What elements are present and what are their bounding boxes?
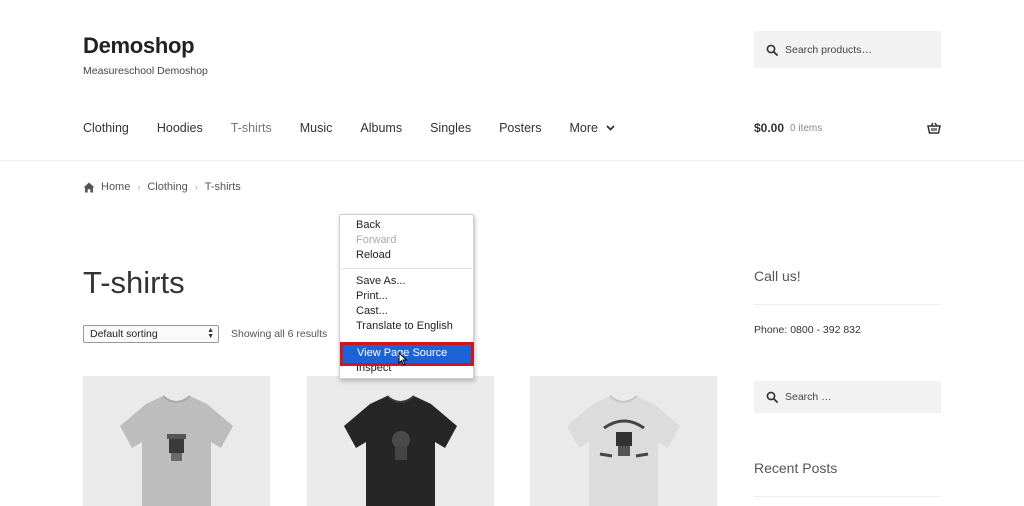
site-description: Measureschool Demoshop <box>83 65 208 77</box>
product-search-field[interactable]: Search products… <box>754 31 941 68</box>
nav-item-tshirts[interactable]: T-shirts <box>231 121 272 135</box>
context-menu-print[interactable]: Print... <box>356 290 388 302</box>
sidebar-search-placeholder: Search … <box>785 391 832 403</box>
breadcrumb-home[interactable]: Home <box>101 181 130 193</box>
cart-count: 0 items <box>790 122 823 134</box>
context-menu-separator <box>341 268 472 269</box>
search-icon <box>766 391 778 403</box>
result-count: Showing all 6 results <box>231 328 328 340</box>
select-arrows-icon: ▲ ▼ <box>207 327 214 340</box>
header-divider <box>0 160 1024 161</box>
primary-navigation: Clothing Hoodies T-shirts Music Albums S… <box>83 121 615 135</box>
header-cart[interactable]: $0.00 0 items <box>754 121 941 135</box>
product-search-placeholder: Search products… <box>785 43 872 56</box>
sidebar-phone: Phone: 0800 - 392 832 <box>754 324 861 336</box>
sidebar-divider <box>754 496 941 497</box>
breadcrumb-current: T-shirts <box>204 181 241 193</box>
tshirt-image <box>344 395 457 506</box>
nav-item-posters[interactable]: Posters <box>499 121 541 135</box>
context-menu-cast[interactable]: Cast... <box>356 305 388 317</box>
home-icon <box>83 182 95 192</box>
product-image-grey-tshirt[interactable] <box>83 376 270 506</box>
nav-item-hoodies[interactable]: Hoodies <box>157 121 203 135</box>
nav-item-clothing[interactable]: Clothing <box>83 121 129 135</box>
sidebar-search-field[interactable]: Search … <box>754 381 941 413</box>
tshirt-image <box>120 395 233 506</box>
breadcrumb-separator: › <box>137 182 141 192</box>
nav-item-music[interactable]: Music <box>300 121 333 135</box>
sidebar-heading-call: Call us! <box>754 268 801 284</box>
tshirt-image <box>567 395 680 506</box>
mouse-cursor-icon <box>398 352 408 366</box>
site-title[interactable]: Demoshop <box>83 33 195 59</box>
context-menu-translate[interactable]: Translate to English <box>356 320 453 332</box>
sorting-selected-value: Default sorting <box>90 328 158 340</box>
search-icon <box>766 44 778 56</box>
breadcrumb: Home › Clothing › T-shirts <box>83 181 241 193</box>
context-menu-reload[interactable]: Reload <box>356 249 391 261</box>
context-menu-save-as[interactable]: Save As... <box>356 275 406 287</box>
page-title: T-shirts <box>83 265 185 300</box>
sidebar-divider <box>754 304 941 305</box>
product-image-white-tshirt[interactable] <box>530 376 717 506</box>
nav-more-menu[interactable]: More <box>569 121 615 135</box>
nav-item-albums[interactable]: Albums <box>360 121 402 135</box>
nav-more-label: More <box>569 121 598 135</box>
context-menu-back[interactable]: Back <box>356 219 380 231</box>
breadcrumb-separator: › <box>194 182 198 192</box>
breadcrumb-clothing[interactable]: Clothing <box>147 181 187 193</box>
sidebar-heading-recent-posts: Recent Posts <box>754 460 838 476</box>
context-menu-forward: Forward <box>356 234 397 246</box>
cart-amount: $0.00 <box>754 121 785 135</box>
product-image-black-tshirt[interactable] <box>307 376 494 506</box>
shopping-basket-icon[interactable] <box>927 122 941 134</box>
sorting-select[interactable]: Default sorting ▲ ▼ <box>83 325 219 343</box>
chevron-down-icon <box>606 125 615 131</box>
nav-item-singles[interactable]: Singles <box>430 121 471 135</box>
